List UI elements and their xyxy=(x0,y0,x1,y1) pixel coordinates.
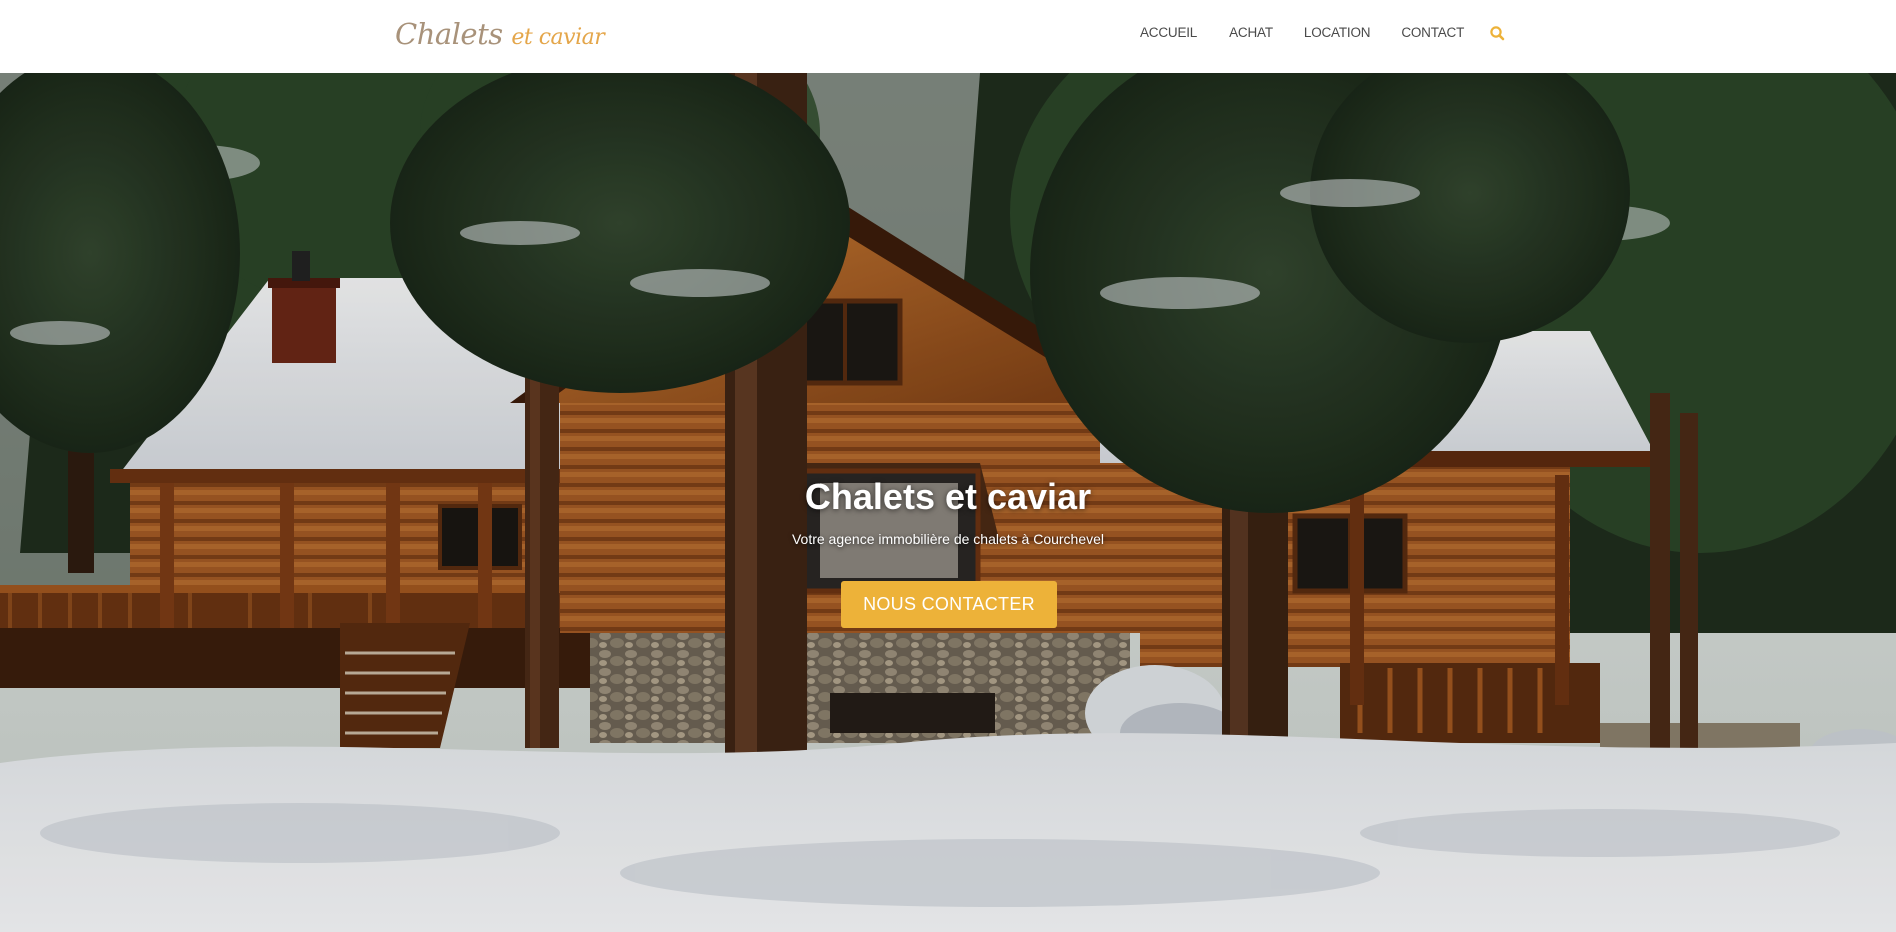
hero-banner: Chalets et caviar Votre agence immobiliè… xyxy=(0,73,1896,932)
nav-item-contact[interactable]: CONTACT xyxy=(1401,22,1464,44)
site-header: Chalets et caviar ACCUEIL ACHAT LOCATION… xyxy=(0,0,1896,73)
site-logo[interactable]: Chalets et caviar xyxy=(395,14,605,54)
logo-word-caviar: et caviar xyxy=(511,25,605,50)
logo-word-chalets: Chalets xyxy=(395,17,503,51)
nav-item-achat[interactable]: ACHAT xyxy=(1229,22,1273,44)
nav-item-accueil[interactable]: ACCUEIL xyxy=(1140,22,1197,44)
nav-item-location[interactable]: LOCATION xyxy=(1304,22,1371,44)
search-icon[interactable] xyxy=(1488,24,1508,44)
hero-background-image xyxy=(0,73,1896,932)
main-nav: ACCUEIL ACHAT LOCATION CONTACT xyxy=(1124,22,1464,44)
contact-us-button[interactable]: NOUS CONTACTER xyxy=(841,581,1057,628)
